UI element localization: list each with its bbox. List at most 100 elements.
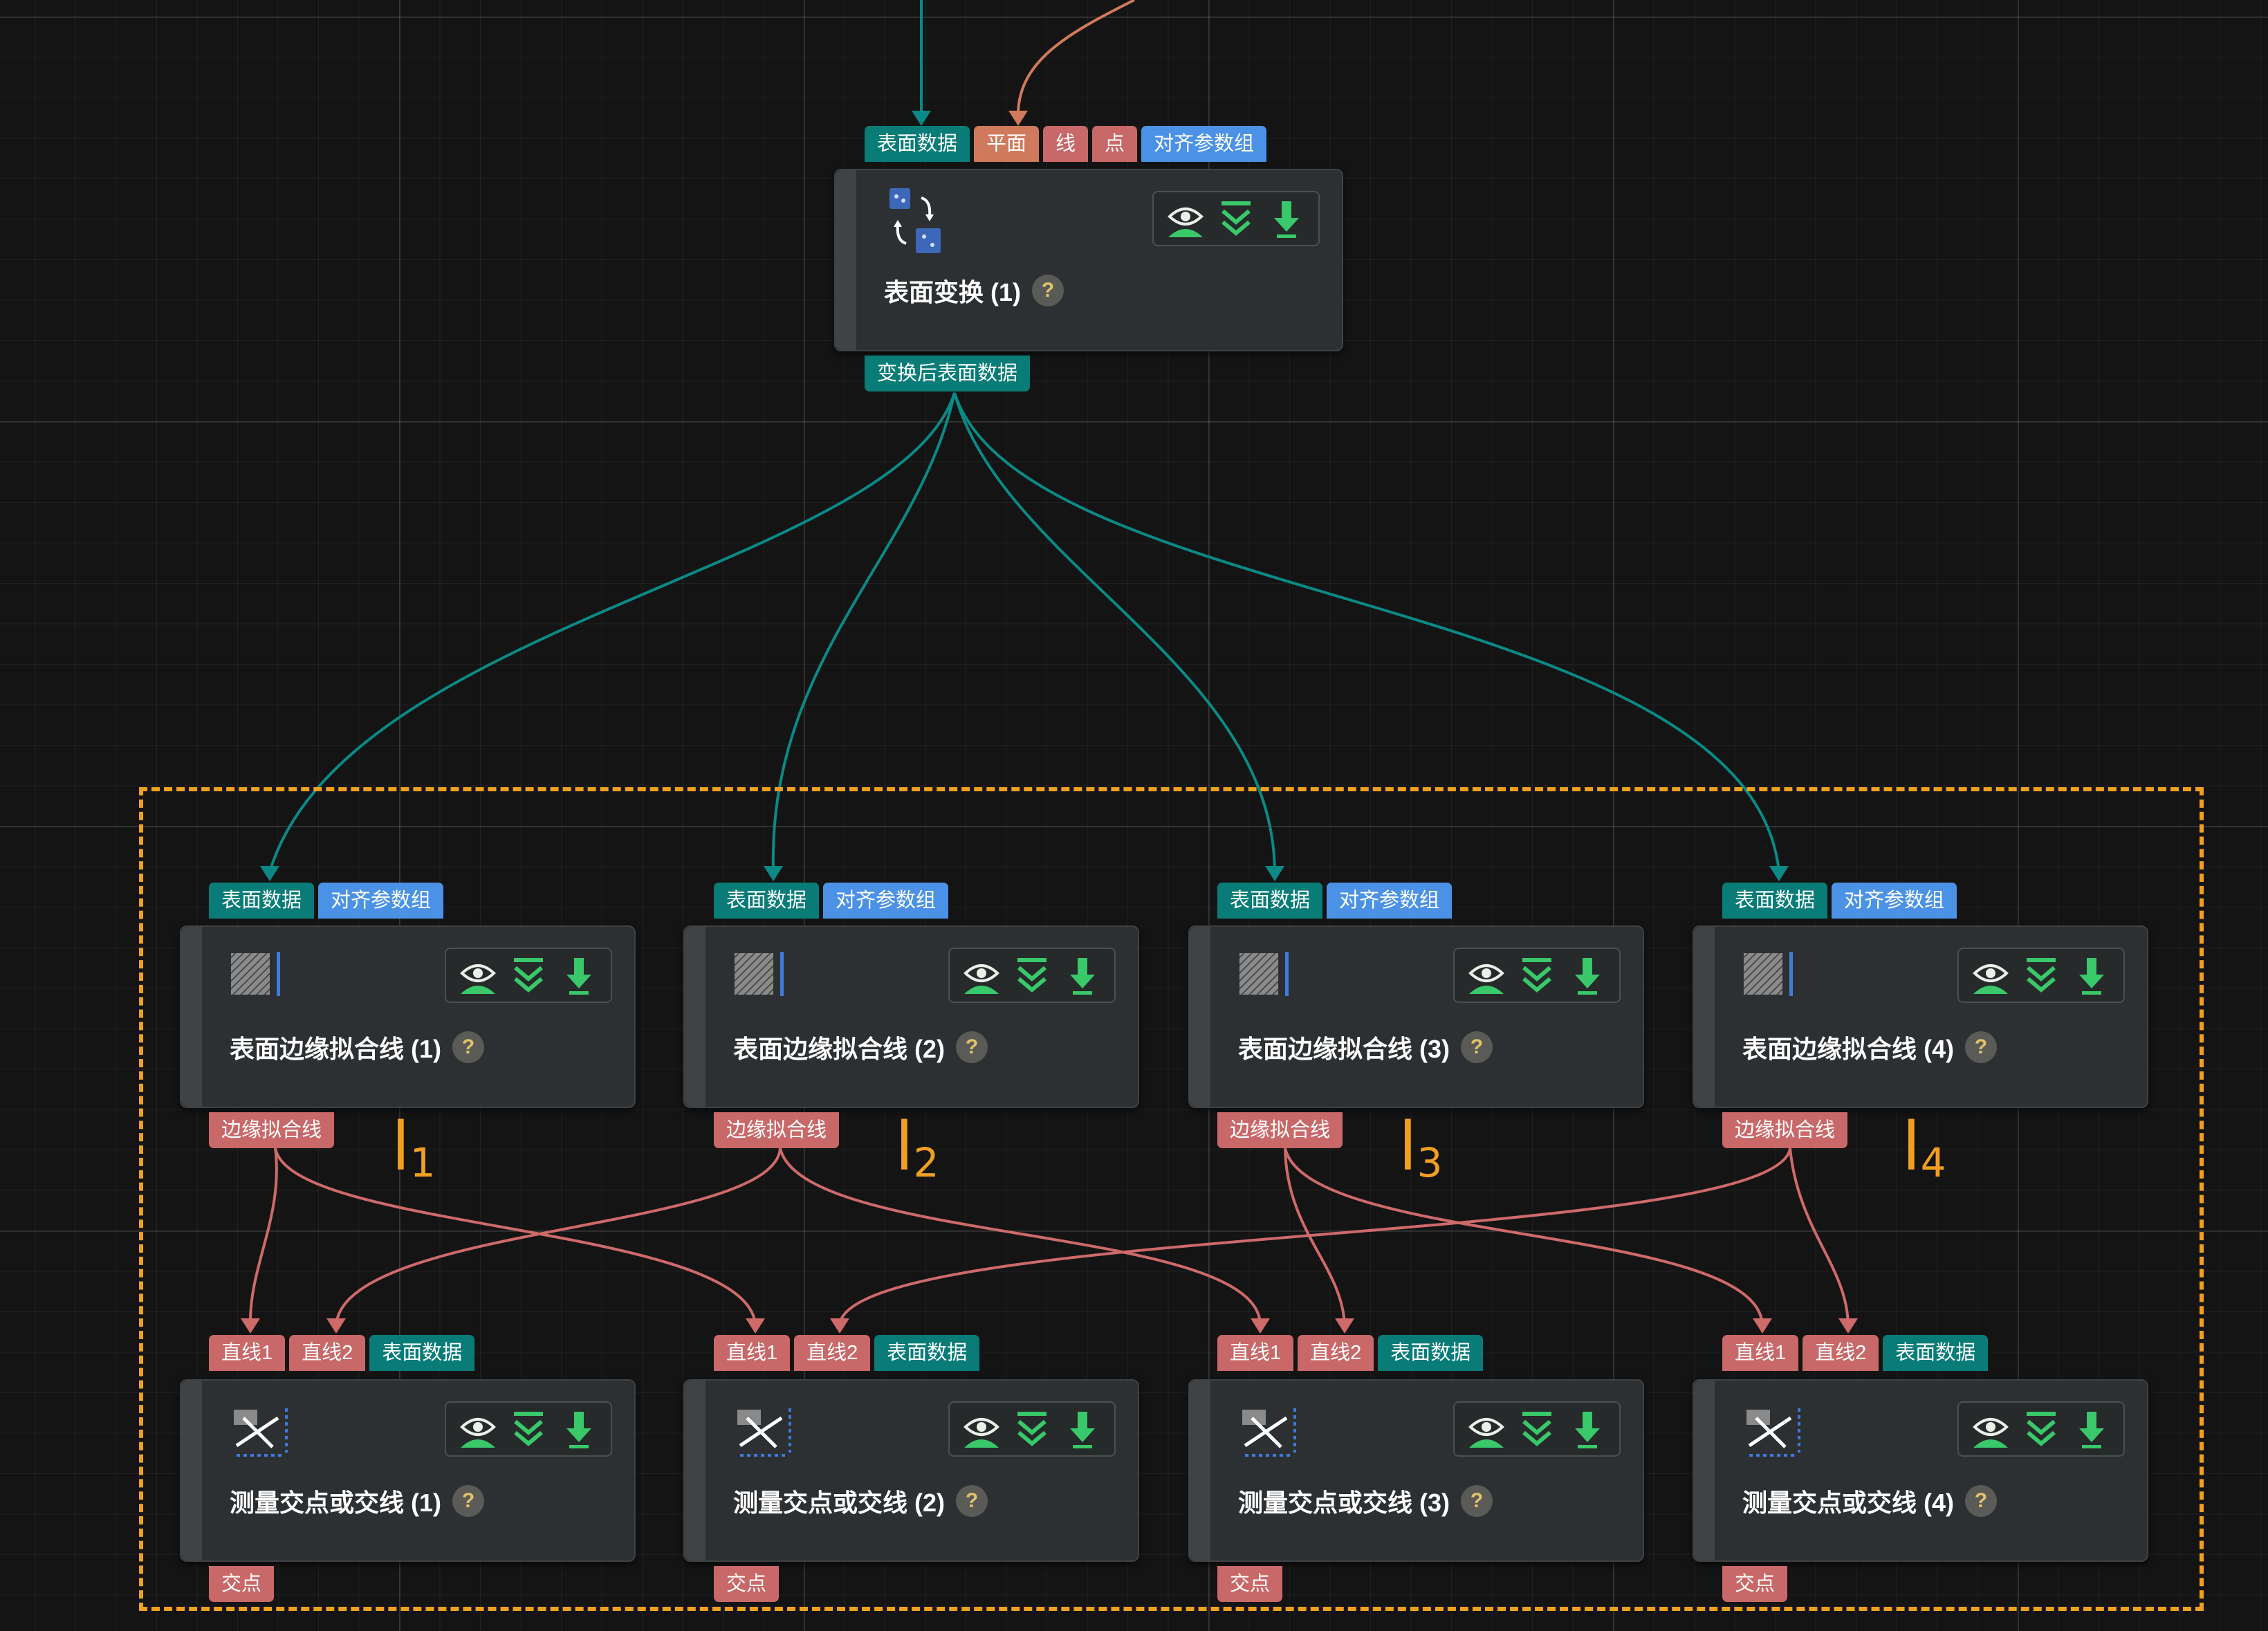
port-intersection[interactable]: 交点: [714, 1566, 780, 1602]
eye-icon[interactable]: [961, 1408, 1002, 1450]
port-align-params[interactable]: 对齐参数组: [318, 883, 444, 919]
node-edge-fit-1[interactable]: 表面边缘拟合线 (1) ?: [180, 925, 636, 1108]
port-surface-data[interactable]: 表面数据: [865, 126, 970, 162]
node-edge-fit-3[interactable]: 表面边缘拟合线 (3) ?: [1188, 925, 1644, 1108]
measure-4-input-ports: 直线1 直线2 表面数据: [1722, 1335, 1989, 1371]
download-icon[interactable]: [1567, 1408, 1607, 1450]
node-title-text: 测量交点或交线 (1): [230, 1489, 442, 1517]
edge-fit-2-output-ports: 边缘拟合线: [714, 1112, 840, 1148]
edge-fit-4-output-ports: 边缘拟合线: [1722, 1112, 1848, 1148]
help-icon[interactable]: ?: [956, 1485, 988, 1517]
download-icon[interactable]: [2072, 1408, 2112, 1450]
node-edge-fit-2[interactable]: 表面边缘拟合线 (2) ?: [683, 925, 1139, 1108]
help-icon[interactable]: ?: [452, 1031, 485, 1063]
download-icon[interactable]: [1567, 954, 1607, 997]
port-align-params[interactable]: 对齐参数组: [1832, 883, 1957, 919]
eye-icon[interactable]: [1466, 954, 1506, 997]
eye-icon[interactable]: [458, 1408, 498, 1450]
port-surface-data[interactable]: 表面数据: [369, 1335, 475, 1371]
node-title: 表面边缘拟合线 (1) ?: [230, 1029, 485, 1065]
collapse-icon[interactable]: [2021, 1408, 2061, 1450]
eye-icon[interactable]: [961, 954, 1002, 997]
transform-input-ports: 表面数据 平面 线 点 对齐参数组: [865, 126, 1267, 162]
port-line[interactable]: 线: [1043, 126, 1089, 162]
port-line1[interactable]: 直线1: [1217, 1335, 1294, 1371]
eye-icon[interactable]: [1165, 197, 1206, 240]
transform-output-ports: 变换后表面数据: [865, 356, 1031, 391]
collapse-icon[interactable]: [508, 1408, 548, 1450]
node-measure-3[interactable]: 测量交点或交线 (3) ?: [1188, 1379, 1644, 1562]
download-icon[interactable]: [2072, 954, 2112, 997]
port-intersection[interactable]: 交点: [1217, 1566, 1283, 1602]
port-intersection[interactable]: 交点: [1722, 1566, 1788, 1602]
measure-3-input-ports: 直线1 直线2 表面数据: [1217, 1335, 1484, 1371]
port-transformed-surface[interactable]: 变换后表面数据: [865, 356, 1031, 391]
help-icon[interactable]: ?: [1032, 275, 1064, 306]
port-line2[interactable]: 直线2: [794, 1335, 871, 1371]
collapse-icon[interactable]: [1012, 954, 1052, 997]
intersection-measure-icon: [1742, 1404, 1800, 1457]
download-icon[interactable]: [1062, 1408, 1103, 1450]
port-surface-data[interactable]: 表面数据: [1722, 883, 1828, 919]
node-toolbar: [1152, 191, 1320, 246]
help-icon[interactable]: ?: [1461, 1031, 1493, 1063]
port-edge-fit-line[interactable]: 边缘拟合线: [1217, 1112, 1343, 1148]
help-icon[interactable]: ?: [956, 1031, 988, 1063]
edge-fit-1-output-ports: 边缘拟合线: [209, 1112, 335, 1148]
port-surface-data[interactable]: 表面数据: [1378, 1335, 1484, 1371]
node-title-text: 测量交点或交线 (2): [733, 1489, 946, 1517]
intersection-measure-icon: [230, 1404, 288, 1457]
node-toolbar: [445, 948, 612, 1003]
port-intersection[interactable]: 交点: [209, 1566, 275, 1602]
help-icon[interactable]: ?: [1965, 1485, 1998, 1517]
port-edge-fit-line[interactable]: 边缘拟合线: [209, 1112, 335, 1148]
port-plane[interactable]: 平面: [974, 126, 1040, 162]
help-icon[interactable]: ?: [452, 1485, 485, 1517]
node-surface-transform[interactable]: 表面变换 (1) ?: [834, 169, 1343, 351]
node-title-text: 表面边缘拟合线 (2): [733, 1035, 946, 1063]
port-surface-data[interactable]: 表面数据: [1883, 1335, 1989, 1371]
port-point[interactable]: 点: [1092, 126, 1138, 162]
port-line1[interactable]: 直线1: [209, 1335, 286, 1371]
port-line1[interactable]: 直线1: [714, 1335, 791, 1371]
port-line2[interactable]: 直线2: [1298, 1335, 1374, 1371]
collapse-icon[interactable]: [1216, 197, 1256, 240]
port-surface-data[interactable]: 表面数据: [209, 883, 315, 919]
port-edge-fit-line[interactable]: 边缘拟合线: [1722, 1112, 1848, 1148]
eye-icon[interactable]: [1466, 1408, 1506, 1450]
port-surface-data[interactable]: 表面数据: [874, 1335, 980, 1371]
eye-icon[interactable]: [458, 954, 498, 997]
port-surface-data[interactable]: 表面数据: [714, 883, 820, 919]
port-edge-fit-line[interactable]: 边缘拟合线: [714, 1112, 840, 1148]
node-edge-fit-4[interactable]: 表面边缘拟合线 (4) ?: [1693, 925, 2148, 1108]
help-icon[interactable]: ?: [1965, 1031, 1998, 1063]
edge-fit-4-input-ports: 表面数据 对齐参数组: [1722, 883, 1957, 919]
collapse-icon[interactable]: [1012, 1408, 1052, 1450]
port-surface-data[interactable]: 表面数据: [1217, 883, 1323, 919]
download-icon[interactable]: [559, 1408, 599, 1450]
download-icon[interactable]: [559, 954, 599, 997]
edge-fit-3-input-ports: 表面数据 对齐参数组: [1217, 883, 1453, 919]
node-title-text: 表面边缘拟合线 (3): [1238, 1035, 1450, 1063]
node-measure-1[interactable]: 测量交点或交线 (1) ?: [180, 1379, 636, 1562]
port-line2[interactable]: 直线2: [1803, 1335, 1879, 1371]
download-icon[interactable]: [1266, 197, 1307, 240]
port-line2[interactable]: 直线2: [289, 1335, 366, 1371]
eye-icon[interactable]: [1971, 954, 2011, 997]
annotation-l1: l1: [391, 1108, 436, 1186]
help-icon[interactable]: ?: [1461, 1485, 1493, 1517]
collapse-icon[interactable]: [1517, 954, 1557, 997]
eye-icon[interactable]: [1971, 1408, 2011, 1450]
port-align-params[interactable]: 对齐参数组: [1327, 883, 1453, 919]
collapse-icon[interactable]: [2021, 954, 2061, 997]
collapse-icon[interactable]: [508, 954, 548, 997]
port-align-params[interactable]: 对齐参数组: [823, 883, 949, 919]
download-icon[interactable]: [1062, 954, 1103, 997]
node-measure-2[interactable]: 测量交点或交线 (2) ?: [683, 1379, 1139, 1562]
port-align-params[interactable]: 对齐参数组: [1141, 126, 1267, 162]
collapse-icon[interactable]: [1517, 1408, 1557, 1450]
node-toolbar: [948, 948, 1116, 1003]
port-line1[interactable]: 直线1: [1722, 1335, 1799, 1371]
node-measure-4[interactable]: 测量交点或交线 (4) ?: [1693, 1379, 2148, 1562]
node-toolbar: [948, 1401, 1116, 1457]
